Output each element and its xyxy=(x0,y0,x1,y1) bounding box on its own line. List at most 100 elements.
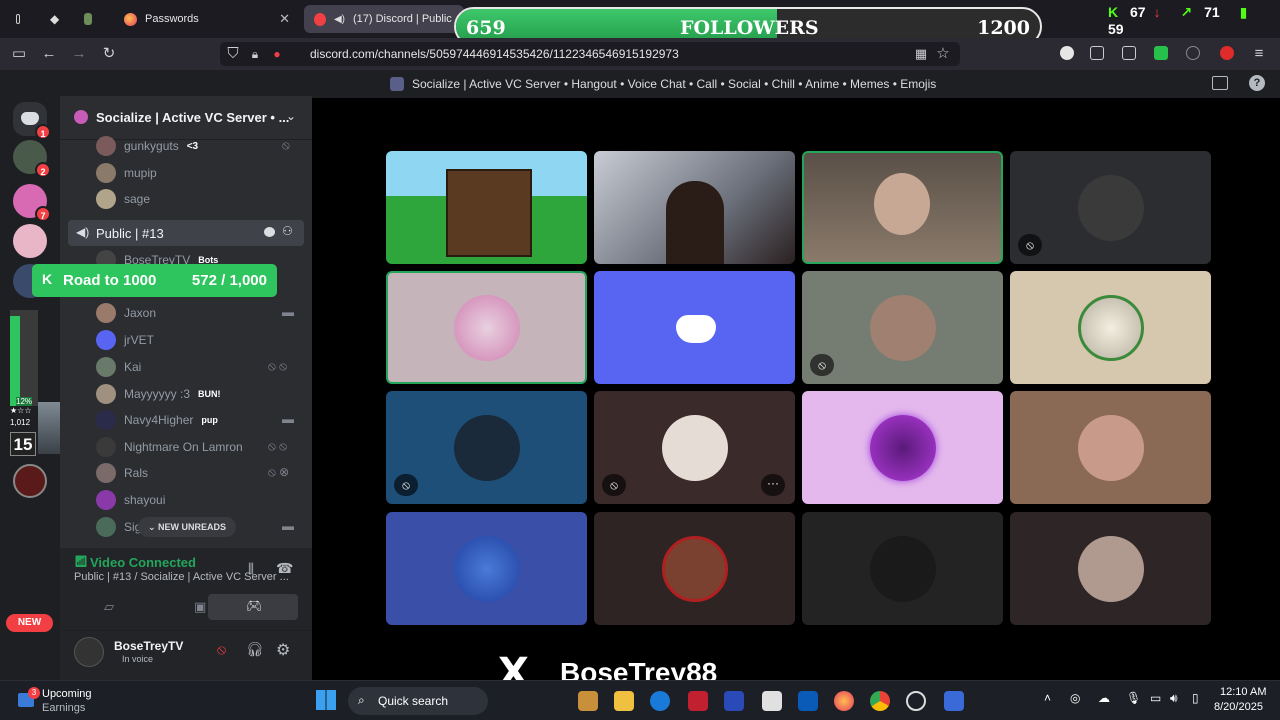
new-unreads-button[interactable]: ⌄ NEW UNREADS xyxy=(138,517,236,537)
video-tile-game-stream[interactable] xyxy=(386,151,587,264)
pinned-tab-1[interactable]: ◆ xyxy=(40,5,68,33)
disconnect-icon[interactable]: ☎ xyxy=(276,560,293,577)
server-icon-2[interactable]: 7 xyxy=(13,184,51,222)
home-button[interactable]: 1 xyxy=(13,102,51,140)
chat-bubble-icon[interactable] xyxy=(264,227,275,237)
obs-icon[interactable] xyxy=(906,691,926,711)
sidebar-panel-icon[interactable]: ▭ xyxy=(10,45,28,63)
voice-member[interactable]: Nightmare On Lamron xyxy=(96,436,243,458)
avatar[interactable] xyxy=(74,637,104,667)
tab-passwords[interactable]: Passwords ✕ xyxy=(114,5,300,33)
taskbar-search[interactable]: ⌕ Quick search xyxy=(348,687,488,715)
volume-icon[interactable]: 🔊︎ xyxy=(1170,691,1178,706)
more-options-icon[interactable]: ··· xyxy=(761,474,785,496)
forward-button[interactable]: → xyxy=(70,45,88,63)
edge-icon[interactable] xyxy=(650,691,670,711)
chrome-icon[interactable] xyxy=(870,691,890,711)
outlook-icon[interactable] xyxy=(798,691,818,711)
extension-puzzle-icon[interactable] xyxy=(1090,46,1104,60)
member-name: Navy4Higher xyxy=(124,413,194,427)
record-extension-icon[interactable] xyxy=(1220,46,1234,60)
video-tile-avatar-9[interactable] xyxy=(1010,391,1211,504)
video-tile-avatar-7[interactable]: ⦸ ··· xyxy=(594,391,795,504)
voice-member[interactable]: mupip xyxy=(96,162,157,184)
voice-member[interactable]: sage xyxy=(96,188,150,210)
video-tile-webcam-2-speaking[interactable] xyxy=(802,151,1003,264)
video-tile-avatar-3[interactable] xyxy=(594,271,795,384)
voice-member[interactable]: shayoui xyxy=(96,489,165,511)
chevron-up-icon[interactable]: ˄ xyxy=(1044,691,1051,705)
video-tile-avatar-2[interactable] xyxy=(386,271,587,384)
speaker-extension-icon[interactable] xyxy=(1186,46,1200,60)
voice-channel-public-13[interactable]: ◀) Public | #13 ⚇ xyxy=(68,220,304,246)
video-tile-avatar-10[interactable] xyxy=(386,512,587,625)
menu-icon[interactable]: ≡ xyxy=(1250,45,1268,63)
voice-member[interactable]: Jaxon xyxy=(96,302,156,324)
voice-member[interactable]: Navy4Higher pup xyxy=(96,409,218,431)
reload-button[interactable]: ↻ xyxy=(100,45,118,63)
video-tile-avatar-12[interactable] xyxy=(802,512,1003,625)
firefox-icon[interactable] xyxy=(834,691,854,711)
settings-gear-icon[interactable]: ⚙ xyxy=(276,640,290,660)
video-tile-avatar-11[interactable] xyxy=(594,512,795,625)
voice-member[interactable]: Mayyyyyy :3 BUN! xyxy=(96,383,221,405)
video-tile-webcam-1[interactable] xyxy=(594,151,795,264)
lock-icon[interactable]: 🔒︎ xyxy=(246,45,264,63)
app-icon[interactable] xyxy=(724,691,744,711)
mic-permission-icon[interactable]: ● xyxy=(268,45,286,63)
pinned-tab-2[interactable] xyxy=(74,5,102,33)
new-badge[interactable]: NEW xyxy=(6,614,53,632)
brave-icon[interactable] xyxy=(1060,46,1074,60)
mic-muted-button[interactable]: ⦸ xyxy=(217,641,226,658)
video-tile-avatar-13[interactable] xyxy=(1010,512,1211,625)
qr-icon[interactable]: ▦ xyxy=(912,45,930,63)
tab-discord[interactable]: ◀) (17) Discord | Public | #13 xyxy=(304,5,464,33)
voice-member[interactable]: gunkyguts <3 xyxy=(96,135,198,157)
server-header[interactable]: Socialize | Active VC Server • ... ⌄ xyxy=(60,96,312,140)
clock-time[interactable]: 12:10 AM xyxy=(1220,686,1266,698)
voice-status[interactable]: Video Connected xyxy=(90,555,196,570)
video-tile-avatar-5[interactable] xyxy=(1010,271,1211,384)
noise-suppression-icon[interactable]: ⫼ xyxy=(248,561,254,577)
mic-icon[interactable]: 🎙︎ xyxy=(1126,691,1141,705)
voice-member[interactable]: Sig xyxy=(96,516,141,538)
display-icon[interactable]: ▭ xyxy=(1150,691,1161,705)
voice-member[interactable]: jrVET xyxy=(96,329,154,351)
bookmark-star-icon[interactable]: ☆ xyxy=(934,45,952,63)
video-tile-avatar-1[interactable]: ⦸ xyxy=(1010,151,1211,264)
help-icon[interactable]: ? xyxy=(1249,75,1265,91)
sidebar-toggle-button[interactable] xyxy=(6,5,30,33)
app-icon[interactable] xyxy=(944,691,964,711)
video-tile-avatar-8[interactable] xyxy=(802,391,1003,504)
battery-icon[interactable]: ▯ xyxy=(1192,691,1199,705)
voice-member[interactable]: Rals xyxy=(96,462,148,484)
voice-location[interactable]: Public | #13 / Socialize | Active VC Ser… xyxy=(74,571,289,583)
tray-icon[interactable]: ◎ xyxy=(1070,691,1080,705)
server-icon-1[interactable]: 2 xyxy=(13,140,51,178)
username[interactable]: BoseTreyTV xyxy=(114,639,183,653)
grid-icon[interactable] xyxy=(1122,46,1136,60)
headphones-button[interactable]: 🎧︎ xyxy=(246,641,264,658)
voice-member[interactable]: Kai xyxy=(96,356,141,378)
store-icon[interactable] xyxy=(762,691,782,711)
video-tile-avatar-4[interactable]: ⦸ xyxy=(802,271,1003,384)
windows-start-icon[interactable] xyxy=(316,690,336,710)
app-icon[interactable] xyxy=(688,691,708,711)
tracking-shield-icon[interactable]: ⛉ xyxy=(224,45,242,63)
file-explorer-icon[interactable] xyxy=(614,691,634,711)
camera-off-button[interactable]: ▱ xyxy=(68,594,152,620)
inbox-icon[interactable] xyxy=(1212,76,1228,90)
obs-extension-icon[interactable] xyxy=(1154,46,1168,60)
address-bar[interactable]: ⛉ 🔒︎ ● discord.com/channels/505974446914… xyxy=(220,42,960,66)
video-tile-avatar-6[interactable]: ⦸ xyxy=(386,391,587,504)
server-icon-3[interactable] xyxy=(13,224,47,258)
activity-button[interactable]: 🎮︎ xyxy=(208,594,298,620)
news-widget[interactable]: 3 Upcoming Earnings xyxy=(18,687,138,715)
widgets-icon[interactable] xyxy=(578,691,598,711)
clock-date[interactable]: 8/20/2025 xyxy=(1214,701,1263,713)
cloud-icon[interactable]: ☁ xyxy=(1098,691,1110,705)
add-member-icon[interactable]: ⚇ xyxy=(282,224,293,238)
close-tab-icon[interactable]: ✕ xyxy=(279,11,290,27)
back-button[interactable]: ← xyxy=(40,45,58,63)
server-icon-4[interactable] xyxy=(13,464,47,498)
